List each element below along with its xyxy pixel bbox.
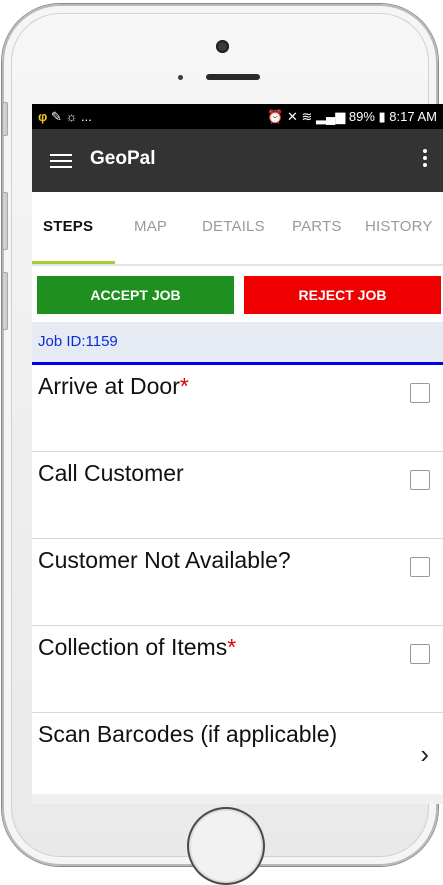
step-label: Call Customer — [38, 460, 184, 486]
app-bar: GeoPal — [32, 129, 443, 192]
reject-job-button[interactable]: REJECT JOB — [244, 276, 441, 314]
step-label: Customer Not Available? — [38, 547, 291, 573]
tab-history[interactable]: HISTORY — [365, 218, 433, 235]
steps-list: Arrive at Door* Call Customer Customer N… — [32, 365, 443, 804]
status-bar: φ ✎ ☼ ... ⏰ ✕ ≋ ▂▄▆ 89% ▮ 8:17 AM — [32, 104, 443, 129]
required-marker: * — [179, 373, 189, 399]
tab-map[interactable]: MAP — [134, 218, 167, 235]
status-right: ⏰ ✕ ≋ ▂▄▆ 89% ▮ 8:17 AM — [267, 104, 437, 129]
tab-steps[interactable]: STEPS — [43, 218, 93, 235]
step-label: Arrive at Door* — [38, 373, 189, 399]
earpiece-speaker — [206, 74, 260, 80]
tab-bar: STEPS MAP DETAILS PARTS HISTORY — [32, 192, 443, 266]
chevron-right-icon: › — [420, 739, 429, 769]
geopal-notification-icon: φ — [38, 109, 48, 124]
step-call-customer[interactable]: Call Customer — [32, 452, 443, 539]
job-id-bar: Job ID:1159 — [32, 322, 443, 365]
tab-details[interactable]: DETAILS — [202, 218, 265, 235]
clock: 8:17 AM — [389, 109, 437, 124]
step-scan-barcodes[interactable]: Scan Barcodes (if applicable) › — [32, 713, 443, 804]
phone-screen: φ ✎ ☼ ... ⏰ ✕ ≋ ▂▄▆ 89% ▮ 8:17 AM GeoPal… — [32, 104, 443, 804]
accept-job-button[interactable]: ACCEPT JOB — [37, 276, 234, 314]
step-checkbox[interactable] — [410, 557, 430, 577]
step-label: Collection of Items* — [38, 634, 237, 660]
volume-down-button — [2, 272, 8, 330]
active-tab-indicator — [32, 261, 115, 264]
battery-percent: 89% — [348, 109, 375, 124]
job-id-label: Job ID:1159 — [38, 333, 118, 350]
step-arrive-at-door[interactable]: Arrive at Door* — [32, 365, 443, 452]
step-label: Scan Barcodes (if applicable) — [38, 721, 338, 747]
silent-switch — [2, 102, 8, 136]
signal-icon: ▂▄▆ — [316, 109, 346, 124]
hamburger-menu-icon[interactable] — [50, 150, 72, 170]
step-checkbox[interactable] — [410, 644, 430, 664]
alarm-icon: ⏰ — [267, 109, 284, 124]
wifi-icon: ≋ — [301, 109, 313, 124]
screen-bottom-strip — [32, 794, 443, 804]
step-checkbox[interactable] — [410, 383, 430, 403]
mute-icon: ✕ — [286, 109, 298, 124]
front-camera — [216, 40, 229, 53]
battery-icon: ▮ — [378, 109, 386, 124]
app-title: GeoPal — [90, 148, 156, 169]
tab-parts[interactable]: PARTS — [292, 218, 342, 235]
step-collection-of-items[interactable]: Collection of Items* — [32, 626, 443, 713]
status-left-text: ... — [81, 109, 92, 124]
status-left: φ ✎ ☼ ... — [38, 104, 92, 129]
overflow-menu-icon[interactable] — [423, 149, 427, 170]
volume-up-button — [2, 192, 8, 250]
required-marker: * — [227, 634, 237, 660]
step-checkbox[interactable] — [410, 470, 430, 490]
job-actions: ACCEPT JOB REJECT JOB — [32, 276, 443, 316]
edit-icon: ✎ — [50, 109, 62, 124]
proximity-sensor — [178, 75, 183, 80]
brightness-icon: ☼ — [65, 109, 78, 124]
home-button — [187, 807, 265, 885]
step-customer-not-available[interactable]: Customer Not Available? — [32, 539, 443, 626]
